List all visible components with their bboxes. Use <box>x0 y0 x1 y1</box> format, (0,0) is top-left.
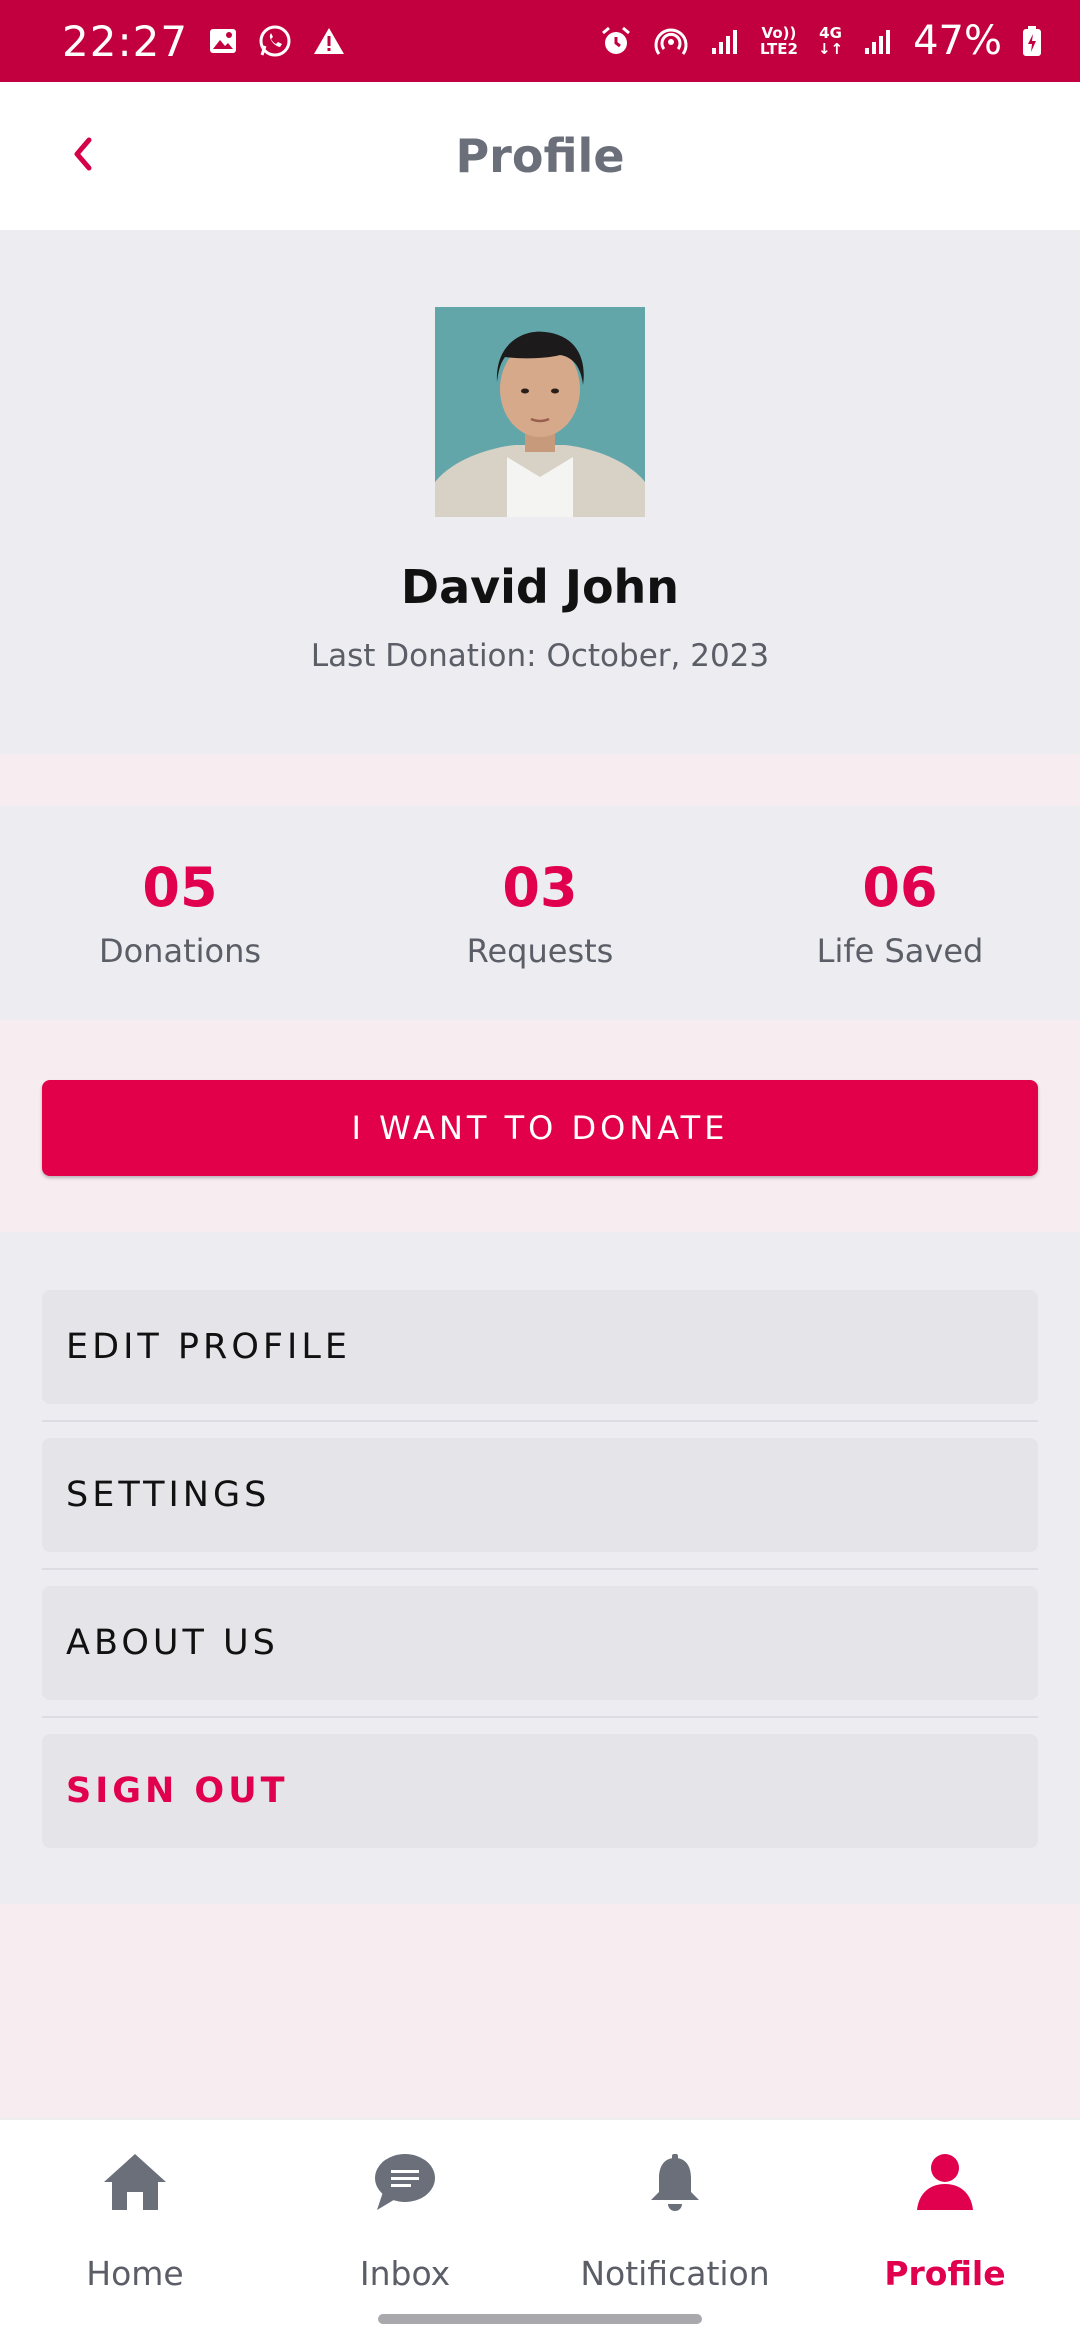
whatsapp-icon <box>258 24 292 58</box>
stat-donations: 05 Donations <box>0 806 360 1020</box>
home-icon <box>102 2142 168 2222</box>
menu-item-label: SIGN OUT <box>66 1771 289 1811</box>
stat-life-saved: 06 Life Saved <box>720 806 1080 1020</box>
avatar <box>435 307 645 517</box>
nav-profile[interactable]: Profile <box>810 2142 1080 2312</box>
status-time: 22:27 <box>62 16 189 66</box>
divider <box>42 1568 1038 1570</box>
stat-requests: 03 Requests <box>360 806 720 1020</box>
menu-section: EDIT PROFILE SETTINGS ABOUT US SIGN OUT <box>0 1232 1080 1904</box>
stat-label: Donations <box>98 932 262 970</box>
person-icon <box>915 2142 975 2222</box>
stat-label: Requests <box>466 932 614 970</box>
stat-label: Life Saved <box>816 932 984 970</box>
profile-name: David John <box>400 560 680 614</box>
status-bar: 22:27 Vo)) LTE2 4G ↓↑ 47% <box>0 0 1080 82</box>
home-indicator[interactable] <box>378 2314 702 2324</box>
app-header: Profile <box>0 82 1080 230</box>
divider <box>42 1420 1038 1422</box>
menu-item-label: SETTINGS <box>66 1475 271 1515</box>
stats-section: 05 Donations 03 Requests 06 Life Saved <box>0 806 1080 1020</box>
chevron-left-icon <box>67 134 97 178</box>
image-icon <box>208 26 238 56</box>
volte-indicator: Vo)) LTE2 <box>759 24 798 58</box>
last-donation-text: Last Donation: October, 2023 <box>310 638 770 674</box>
nav-label: Home <box>86 2254 184 2293</box>
bell-icon <box>645 2142 705 2222</box>
nav-label: Inbox <box>359 2254 451 2293</box>
battery-icon <box>1022 25 1042 57</box>
warning-icon <box>312 26 346 56</box>
signal-icon <box>710 26 740 56</box>
alarm-icon <box>600 25 632 57</box>
sign-out-button[interactable]: SIGN OUT <box>42 1734 1038 1848</box>
signal-icon <box>863 26 893 56</box>
profile-section: David John Last Donation: October, 2023 <box>0 230 1080 754</box>
divider <box>42 1716 1038 1718</box>
nav-home[interactable]: Home <box>0 2142 270 2312</box>
bottom-nav: Home Inbox Notification Profile <box>0 2118 1080 2342</box>
chat-icon <box>373 2142 437 2222</box>
nav-label: Profile <box>884 2254 1006 2293</box>
nav-label: Notification <box>580 2254 770 2293</box>
net-type-indicator: 4G ↓↑ <box>817 24 844 58</box>
page-title: Profile <box>455 129 625 183</box>
stat-value: 03 <box>502 856 578 919</box>
stat-value: 05 <box>142 856 218 919</box>
donate-button[interactable]: I WANT TO DONATE <box>42 1080 1038 1176</box>
hotspot-icon <box>652 24 690 58</box>
edit-profile-button[interactable]: EDIT PROFILE <box>42 1290 1038 1404</box>
settings-button[interactable]: SETTINGS <box>42 1438 1038 1552</box>
menu-item-label: ABOUT US <box>66 1623 279 1663</box>
nav-inbox[interactable]: Inbox <box>270 2142 540 2312</box>
nav-notification[interactable]: Notification <box>540 2142 810 2312</box>
battery-level: 47% <box>913 18 1002 64</box>
back-button[interactable] <box>48 122 116 190</box>
menu-item-label: EDIT PROFILE <box>66 1327 351 1367</box>
about-us-button[interactable]: ABOUT US <box>42 1586 1038 1700</box>
stat-value: 06 <box>862 856 938 919</box>
